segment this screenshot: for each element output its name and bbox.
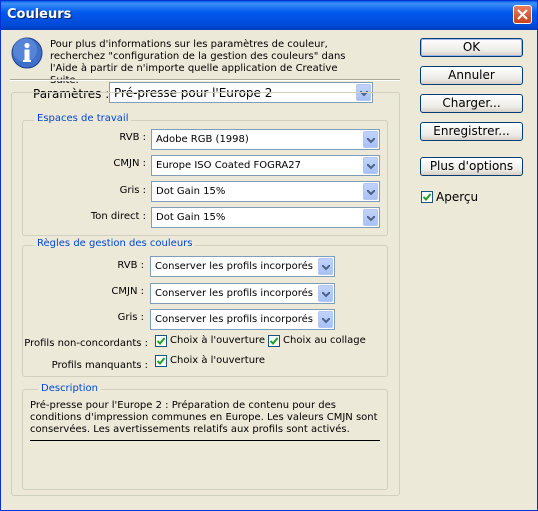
workspaces-title: Espaces de travail (34, 113, 132, 124)
check-icon (270, 337, 278, 345)
mismatch-label: Profils non-concordants : (24, 338, 148, 349)
info-icon (11, 37, 43, 69)
cmjn-label: CMJN : (113, 158, 146, 169)
chevron-down-icon[interactable] (363, 183, 378, 200)
load-button[interactable]: Charger... (420, 94, 523, 113)
select-value: Dot Gain 15% (156, 186, 226, 197)
select-value: Adobe RGB (1998) (156, 134, 249, 145)
policies-title: Règles de gestion des couleurs (34, 238, 196, 249)
description-title: Description (38, 383, 101, 394)
ton-direct-select[interactable]: Dot Gain 15% (151, 207, 380, 228)
cmjn-workspace-select[interactable]: Europe ISO Coated FOGRA27 (151, 155, 380, 176)
select-value: Conserver les profils incorporés (155, 288, 313, 299)
save-button[interactable]: Enregistrer... (420, 122, 523, 141)
check-icon (157, 357, 165, 365)
policy-cmjn-label: CMJN : (111, 286, 144, 297)
missing-open-checkbox[interactable] (155, 355, 167, 367)
close-button[interactable] (513, 5, 532, 24)
check-icon (423, 193, 431, 201)
policy-cmjn-select[interactable]: Conserver les profils incorporés (150, 283, 335, 304)
chevron-down-icon[interactable] (318, 285, 333, 302)
mismatch-paste-label[interactable]: Choix au collage (283, 335, 366, 346)
select-value: Conserver les profils incorporés (155, 261, 313, 272)
missing-label: Profils manquants : (51, 360, 148, 371)
select-value: Europe ISO Coated FOGRA27 (156, 160, 301, 171)
mismatch-paste-checkbox[interactable] (268, 335, 280, 347)
close-icon (517, 9, 528, 20)
preview-checkbox[interactable] (421, 191, 433, 203)
select-value: Conserver les profils incorporés (155, 314, 313, 325)
description-text: Pré-presse pour l'Europe 2 : Préparation… (30, 400, 378, 435)
chevron-down-icon[interactable] (363, 131, 378, 148)
preview-label[interactable]: Aperçu (436, 190, 478, 204)
gris-label: Gris : (119, 185, 146, 196)
mismatch-open-checkbox[interactable] (155, 335, 167, 347)
policy-rvb-select[interactable]: Conserver les profils incorporés (150, 256, 335, 277)
separator (10, 79, 400, 81)
gris-workspace-select[interactable]: Dot Gain 15% (151, 181, 380, 202)
ton-direct-label: Ton direct : (90, 211, 146, 222)
more-options-button[interactable]: Plus d'options (420, 157, 523, 176)
chevron-down-icon[interactable] (363, 209, 378, 226)
chevron-down-icon[interactable] (318, 258, 333, 275)
title-bar[interactable]: Couleurs (1, 1, 537, 30)
cancel-button[interactable]: Annuler (420, 66, 523, 85)
rvb-label: RVB : (119, 132, 146, 143)
missing-open-label[interactable]: Choix à l'ouverture (170, 355, 265, 366)
chevron-down-icon[interactable] (318, 311, 333, 328)
chevron-down-icon[interactable] (363, 157, 378, 174)
policy-rvb-label: RVB : (117, 260, 144, 271)
rvb-workspace-select[interactable]: Adobe RGB (1998) (151, 129, 380, 150)
policy-gris-select[interactable]: Conserver les profils incorporés (150, 309, 335, 330)
description-rule (30, 440, 380, 441)
policy-gris-label: Gris : (117, 312, 144, 323)
ok-button[interactable]: OK (420, 38, 523, 57)
check-icon (157, 337, 165, 345)
select-value: Dot Gain 15% (156, 212, 226, 223)
window-title: Couleurs (7, 7, 72, 22)
mismatch-open-label[interactable]: Choix à l'ouverture (170, 335, 265, 346)
